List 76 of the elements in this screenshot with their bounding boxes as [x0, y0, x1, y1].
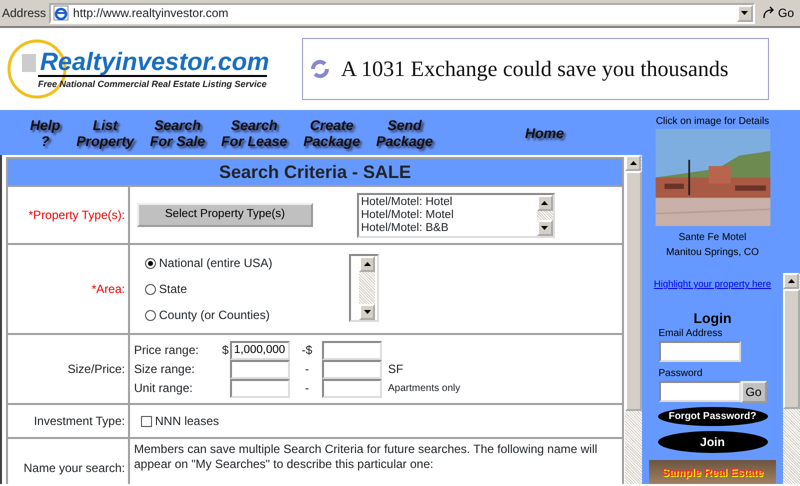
refresh-icon	[309, 58, 331, 80]
range-separator: -	[304, 380, 310, 397]
range-separator: -	[304, 361, 310, 378]
unit-label: SF	[387, 361, 404, 378]
property-type-list[interactable]: Hotel/Motel: Hotel Hotel/Motel: Motel Hotel/Motel: B&B	[356, 192, 555, 238]
field-label: *Area:	[7, 244, 129, 334]
down-arrow-icon	[741, 11, 748, 15]
help-text: Members can save multiple Search Criteria for future searches. The following name will appear on "My Searches" to describe this particular one:	[133, 441, 598, 473]
nav-link[interactable]: Search For Sale	[142, 116, 214, 148]
password-field[interactable]	[658, 381, 740, 402]
banner-text: A 1031 Exchange could save you thousands	[341, 56, 728, 82]
range-label: Unit range:	[134, 380, 194, 397]
email-field[interactable]	[658, 341, 740, 362]
join-button[interactable]: Join	[658, 431, 768, 454]
list-item[interactable]: Hotel/Motel: Motel	[360, 208, 535, 222]
range-to-field[interactable]	[322, 340, 382, 360]
scroll-down-button[interactable]	[536, 220, 553, 236]
down-arrow-icon	[364, 310, 370, 314]
go-arrow-icon	[762, 6, 776, 20]
nav-link[interactable]: Home	[516, 124, 572, 140]
up-arrow-icon	[364, 262, 370, 266]
range-label: Size range:	[134, 361, 196, 378]
list-item[interactable]: Hotel/Motel: B&B	[360, 222, 535, 234]
up-arrow-icon	[788, 279, 794, 283]
page-icon	[53, 5, 70, 21]
address-label: Address	[2, 5, 46, 22]
login-title: Login	[693, 310, 732, 326]
radio-label: County (or Counties)	[159, 307, 270, 324]
property-location: Manitou Springs, CO	[666, 246, 759, 260]
radio-label: State	[159, 281, 188, 298]
forgot-password-button[interactable]: Forgot Password?	[658, 407, 768, 426]
range-separator: -$	[300, 342, 314, 359]
form-title: Search Criteria - SALE	[7, 158, 623, 186]
range-label: Price range:	[134, 342, 200, 359]
currency-sign: $	[222, 342, 230, 359]
radio-button[interactable]	[145, 258, 156, 268]
radio-label: National (entire USA)	[159, 255, 272, 272]
range-to-field[interactable]	[322, 360, 382, 378]
ad-banner[interactable]: A 1031 Exchange could save you thousands	[302, 38, 769, 100]
checkbox[interactable]	[141, 416, 152, 426]
scroll-up-button[interactable]	[625, 155, 641, 171]
password-label: Password	[658, 367, 704, 382]
nav-link[interactable]: List Property	[68, 116, 142, 148]
scroll-thumb[interactable]	[625, 171, 642, 411]
range-from-field[interactable]	[230, 378, 290, 398]
scroll-up-button[interactable]	[536, 194, 553, 210]
unit-label: Apartments only	[387, 382, 462, 396]
radio-button[interactable]	[145, 284, 156, 294]
field-label: Investment Type:	[7, 404, 129, 438]
radio-button[interactable]	[145, 310, 156, 320]
range-to-field[interactable]	[322, 378, 382, 398]
nav-link[interactable]: Help ?	[22, 116, 68, 148]
nav-link[interactable]: Search For Lease	[213, 116, 296, 148]
field-label: Name your search:	[7, 438, 129, 484]
range-from-field[interactable]	[230, 360, 290, 378]
dropdown-button[interactable]	[736, 4, 753, 22]
field-label: *Property Type(s):	[7, 186, 129, 244]
up-arrow-icon	[630, 161, 636, 165]
property-name: Sante Fe Motel	[678, 231, 746, 245]
field-label: Size/Price:	[7, 334, 129, 404]
select-types-button[interactable]: Select Property Type(s)	[137, 203, 313, 227]
list-item[interactable]: Hotel/Motel: Hotel	[360, 196, 535, 208]
checkbox-label: NNN leases	[155, 413, 220, 430]
up-arrow-icon	[541, 200, 548, 204]
address-field[interactable]: http://www.realtyinvestor.com	[49, 2, 755, 24]
caption-text: Click on image for Details	[656, 115, 770, 129]
range-from-field[interactable]: 1,000,000	[230, 340, 290, 360]
login-go-button[interactable]: Go	[740, 381, 767, 404]
scroll-up-button[interactable]	[359, 256, 375, 272]
scroll-thumb[interactable]	[783, 289, 800, 409]
down-arrow-icon	[541, 226, 548, 230]
nav-link[interactable]: Create Package	[295, 116, 368, 148]
scroll-down-button[interactable]	[359, 304, 375, 320]
email-label: Email Address	[658, 327, 724, 342]
scroll-up-button[interactable]	[783, 273, 799, 289]
nav-link[interactable]: Send Package	[368, 116, 441, 148]
